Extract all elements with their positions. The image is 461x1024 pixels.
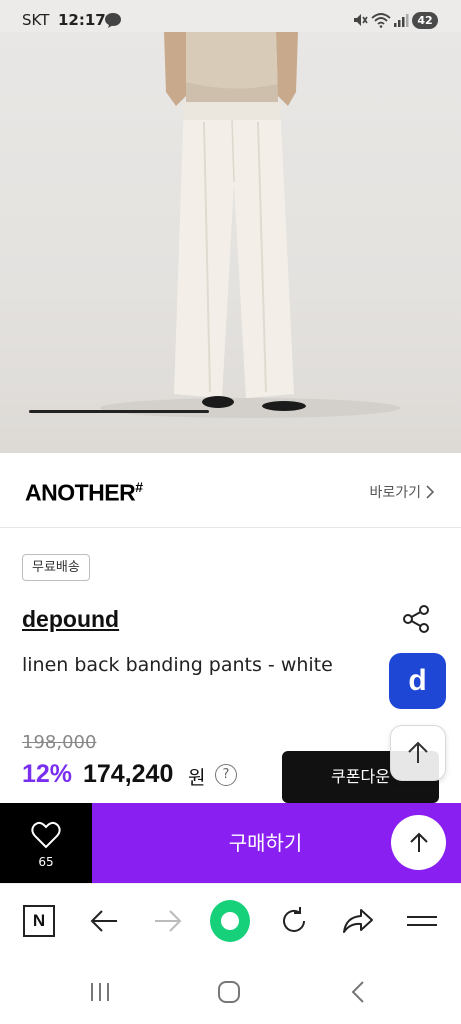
heart-icon (31, 821, 61, 849)
buy-button-label: 구매하기 (228, 831, 303, 855)
brand-row[interactable]: ANOTHER# 바로가기 (0, 454, 461, 528)
carrier-label: SKT (22, 11, 50, 29)
floating-scroll-top-button[interactable] (390, 725, 446, 781)
signal-icon (393, 12, 409, 32)
forward-arrow-icon[interactable] (148, 901, 188, 941)
brand-logo-mark: # (135, 479, 143, 495)
back-arrow-icon[interactable] (84, 901, 124, 941)
chat-bubble-icon (104, 12, 122, 33)
product-photo-illustration (100, 32, 400, 418)
browser-toolbar: N (0, 883, 461, 957)
arrow-up-icon (408, 741, 428, 763)
share-arrow-icon[interactable] (338, 901, 378, 941)
brand-shortcut-label: 바로가기 (369, 485, 421, 501)
carousel-progress-bar (29, 410, 209, 413)
mute-icon (352, 12, 368, 32)
battery-icon: 42 (412, 12, 438, 29)
app-badge-letter: d (408, 664, 427, 697)
original-price: 198,000 (22, 732, 97, 753)
chevron-right-icon (426, 485, 435, 499)
menu-icon[interactable] (402, 901, 442, 941)
green-dot-outer (210, 900, 250, 942)
price-help-icon[interactable]: ? (215, 764, 237, 786)
discount-rate: 12% (22, 760, 73, 788)
wifi-icon (371, 12, 391, 32)
brand-logo-text: ANOTHER (25, 479, 136, 506)
green-dot-icon[interactable] (210, 900, 250, 942)
like-button[interactable]: 65 (0, 803, 92, 883)
recent-apps-icon[interactable] (80, 977, 120, 1007)
app-badge-button[interactable]: d (389, 653, 446, 709)
brand-shortcut-link[interactable]: 바로가기 (369, 482, 435, 502)
share-icon[interactable] (400, 604, 434, 634)
currency-label: 원 (188, 767, 206, 789)
arrow-up-icon (409, 832, 428, 852)
purchase-bar: 65 구매하기 (0, 803, 461, 883)
free-shipping-badge: 무료배송 (22, 554, 90, 581)
clock: 12:17 (58, 11, 106, 29)
scroll-top-button[interactable] (391, 815, 446, 870)
seller-link[interactable]: depound (22, 606, 119, 633)
back-icon[interactable] (338, 977, 378, 1007)
like-count: 65 (38, 855, 54, 869)
naver-home-letter: N (23, 905, 55, 937)
product-name: linen back banding pants - white (22, 654, 333, 676)
system-navigation-bar (0, 957, 461, 1024)
refresh-icon[interactable] (274, 901, 314, 941)
brand-logo: ANOTHER# (25, 479, 143, 507)
sale-price: 174,240 (83, 760, 174, 788)
naver-home-icon[interactable]: N (19, 901, 59, 941)
product-photo[interactable] (0, 32, 461, 453)
green-dot-inner (221, 912, 239, 930)
home-icon[interactable] (209, 977, 249, 1007)
